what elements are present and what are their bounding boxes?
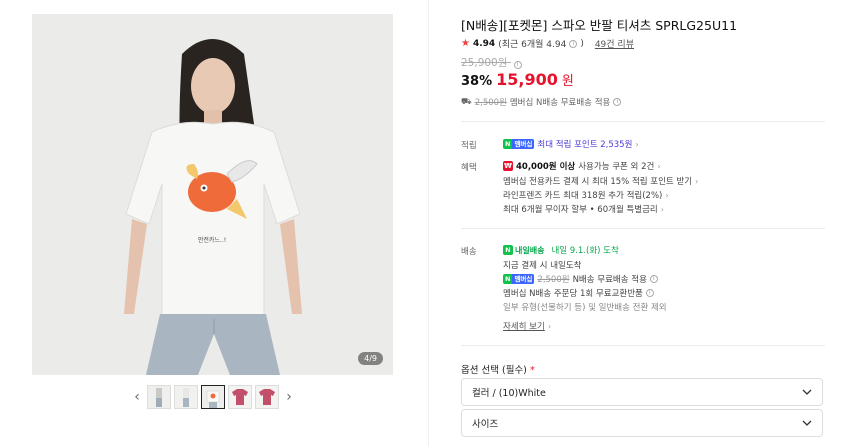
n-delivery-icon: N xyxy=(503,245,513,255)
original-price: 25,900원 i xyxy=(461,55,522,70)
chevron-right-icon[interactable]: › xyxy=(282,384,296,410)
exclude-text: 일부 유형(선물하기 등) 및 일반배송 전환 제외 xyxy=(503,303,667,313)
thumbnail-1[interactable] xyxy=(147,385,171,409)
chevron-right-icon: › xyxy=(665,190,669,200)
review-count-link[interactable]: 49건 리뷰 xyxy=(595,37,634,50)
product-title: [N배송][포켓몬] 스파오 반팔 티셔츠 SPRLG25U11 xyxy=(461,18,738,33)
n-membership-badge-icon: N 멤버십 xyxy=(503,139,535,149)
size-select-placeholder: 사이즈 xyxy=(472,419,499,430)
info-icon[interactable]: i xyxy=(569,39,578,48)
truck-icon: ⛟ xyxy=(461,96,472,107)
exchange-row: 멤버십 N배송 주문당 1회 무료교환반품 i xyxy=(503,287,654,299)
coupon-min: 40,000원 이상 xyxy=(516,162,576,172)
required-mark: * xyxy=(529,365,535,376)
chevron-down-icon xyxy=(802,387,812,398)
sale-price-row: 38% 15,900 원 xyxy=(461,70,574,89)
rating-detail: (최근 6개월 4.94 xyxy=(498,40,567,50)
delivery-arrival-row: N 내일배송 내일 9.1.(화) 도착 xyxy=(503,244,619,256)
sale-price: 15,900 xyxy=(496,70,558,89)
star-icon: ★ xyxy=(461,38,470,49)
shirt-print-text: 안전카느..! xyxy=(198,236,226,244)
info-icon[interactable]: i xyxy=(649,275,658,283)
color-select-value: 컬러 / (10)White xyxy=(472,388,546,399)
divider xyxy=(461,345,825,346)
chevron-right-icon: › xyxy=(695,176,699,186)
image-page-indicator: 4/9 xyxy=(358,352,383,365)
model-photo: 안전카느..! xyxy=(32,14,393,375)
shipping-summary-text: 멤버십 N배송 무료배송 적용 xyxy=(509,98,611,108)
divider xyxy=(461,121,825,122)
coupon-text: 사용가능 쿠폰 외 2건 xyxy=(578,162,655,172)
point-label: 적립 xyxy=(461,141,477,151)
thumbnail-2[interactable] xyxy=(174,385,198,409)
shipping-original-fee: 2,500원 xyxy=(474,98,507,108)
thumbnail-4[interactable] xyxy=(228,385,252,409)
chevron-left-icon[interactable]: ‹ xyxy=(130,384,144,410)
shipping-summary: ⛟ 2,500원 멤버십 N배송 무료배송 적용 i xyxy=(461,96,622,108)
chevron-down-icon xyxy=(802,418,812,429)
coupon-row[interactable]: ₩ 40,000원 이상 사용가능 쿠폰 외 2건 › xyxy=(503,160,661,172)
color-select[interactable]: 컬러 / (10)White xyxy=(461,378,823,406)
benefit-label: 혜택 xyxy=(461,163,477,173)
coupon-icon: ₩ xyxy=(503,161,513,171)
chevron-right-icon: › xyxy=(547,321,552,331)
size-select[interactable]: 사이즈 xyxy=(461,409,823,437)
product-main-image[interactable]: 안전카느..! 4/9 xyxy=(32,14,393,375)
thumbnail-strip: ‹ › xyxy=(130,384,296,410)
point-row[interactable]: N 멤버십 최대 적립 포인트 2,535원 › xyxy=(503,138,639,150)
membership-crossed-fee: 2,500원 xyxy=(537,275,570,285)
delivery-detail-link[interactable]: 자세히 보기 › xyxy=(503,320,552,333)
n-membership-badge-icon: N 멤버십 xyxy=(503,274,535,284)
card-benefit-row[interactable]: 멤버십 전용카드 결제 시 최대 15% 적립 포인트 받기 › xyxy=(503,175,699,188)
option-title: 옵션 선택 (필수) * xyxy=(461,365,535,376)
next-day-badge: N 내일배송 xyxy=(503,245,544,256)
line-friends-row[interactable]: 라인프렌즈 카드 최대 318원 추가 적립(2%) › xyxy=(503,189,669,202)
membership-shipping-row: N 멤버십 2,500원 N배송 무료배송 적용 i xyxy=(503,273,658,285)
rating-row: ★ 4.94 (최근 6개월 4.94 i) 49건 리뷰 xyxy=(461,37,634,50)
rating-score: 4.94 xyxy=(472,38,496,49)
point-text: 최대 적립 포인트 2,535원 xyxy=(537,140,633,150)
order-now-text: 지금 결제 시 내일도착 xyxy=(503,261,582,271)
info-icon[interactable]: i xyxy=(645,289,654,297)
chevron-right-icon: › xyxy=(635,139,639,149)
price-unit: 원 xyxy=(561,74,574,89)
arrival-date: 내일 9.1.(화) 도착 xyxy=(551,246,619,256)
chevron-right-icon: › xyxy=(660,204,664,214)
thumbnail-3[interactable] xyxy=(201,385,225,409)
thumbnail-5[interactable] xyxy=(255,385,279,409)
chevron-right-icon: › xyxy=(657,161,661,171)
discount-rate: 38% xyxy=(461,74,493,89)
delivery-label: 배송 xyxy=(461,247,477,257)
info-icon[interactable]: i xyxy=(613,98,622,106)
panel-divider xyxy=(428,0,429,446)
divider xyxy=(461,228,825,229)
installment-row[interactable]: 최대 6개월 무이자 할부 • 60개월 특별금리 › xyxy=(503,203,664,216)
info-icon[interactable]: i xyxy=(513,61,522,69)
